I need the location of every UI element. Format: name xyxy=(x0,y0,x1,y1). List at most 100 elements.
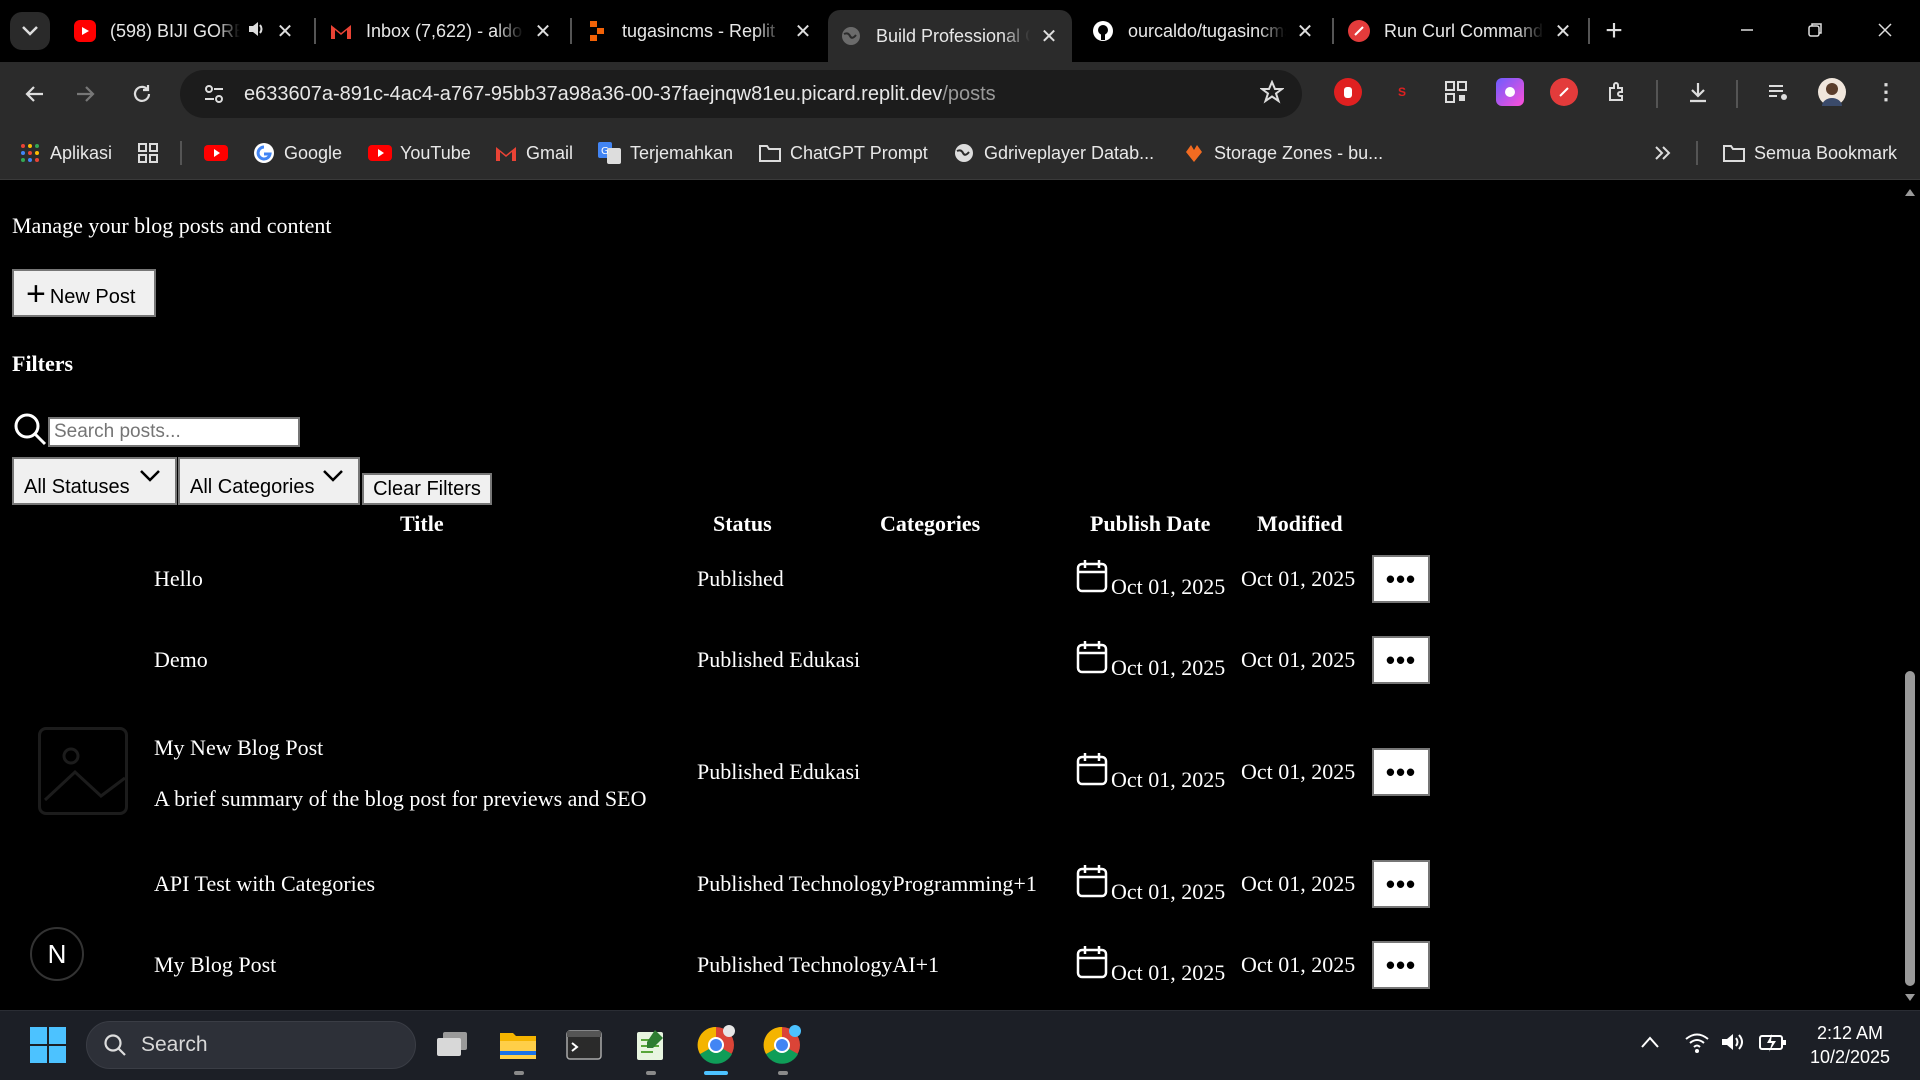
windows-start-icon[interactable] xyxy=(28,1025,68,1065)
curl-extension-icon[interactable] xyxy=(1550,78,1578,106)
folder-icon xyxy=(1722,141,1746,165)
bookmark-item[interactable]: Storage Zones - bu... xyxy=(1182,138,1383,168)
more-bookmarks-button[interactable] xyxy=(1650,138,1682,168)
wifi-icon[interactable] xyxy=(1684,1031,1710,1053)
close-tab-icon[interactable]: ✕ xyxy=(792,19,814,44)
bookmark-item[interactable]: ChatGPT Prompt xyxy=(758,138,928,168)
close-tab-icon[interactable]: ✕ xyxy=(1552,19,1574,44)
tab-github[interactable]: ourcaldo/tugasincms ✕ xyxy=(1080,10,1328,52)
volume-icon[interactable] xyxy=(1720,1031,1746,1053)
restore-button[interactable] xyxy=(1800,12,1830,48)
tab-search-button[interactable] xyxy=(10,12,50,50)
close-window-button[interactable] xyxy=(1870,12,1900,48)
status-select-value: All Statuses xyxy=(24,476,130,498)
page-scrollbar[interactable] xyxy=(1900,181,1920,1010)
post-title[interactable]: Hello xyxy=(154,566,203,592)
close-tab-icon[interactable]: ✕ xyxy=(1294,19,1316,44)
new-tab-button[interactable]: + xyxy=(1600,12,1628,50)
page-subtitle: Manage your blog posts and content xyxy=(12,213,332,238)
close-tab-icon[interactable]: ✕ xyxy=(532,19,554,44)
media-queue-icon[interactable] xyxy=(1764,78,1792,106)
search-input[interactable] xyxy=(48,417,300,447)
task-view-icon[interactable] xyxy=(432,1025,472,1065)
post-title[interactable]: My Blog Post xyxy=(154,952,276,978)
svg-text:G: G xyxy=(601,146,609,157)
category-filter-select[interactable]: All Categories xyxy=(178,457,360,505)
bookmark-item[interactable]: YouTube xyxy=(368,138,471,168)
post-actions-button[interactable]: ••• xyxy=(1372,748,1430,796)
scroll-down-icon[interactable] xyxy=(1904,993,1916,1003)
bookmark-item[interactable] xyxy=(136,138,168,168)
profile-avatar[interactable] xyxy=(1818,78,1846,106)
all-bookmarks-button[interactable]: Semua Bookmark xyxy=(1722,138,1897,168)
battery-charging-icon[interactable] xyxy=(1758,1031,1788,1053)
tab-replit[interactable]: tugasincms - Replit ✕ xyxy=(574,10,826,52)
scroll-up-icon[interactable] xyxy=(1904,187,1916,197)
bookmark-item[interactable]: G Terjemahkan xyxy=(598,138,733,168)
search-icon xyxy=(14,413,47,446)
puzzle-extensions-icon[interactable] xyxy=(1604,78,1632,106)
new-post-button[interactable]: + New Post xyxy=(12,269,156,317)
clear-filters-button[interactable]: Clear Filters xyxy=(362,473,492,505)
taskbar-running-indicator xyxy=(778,1071,788,1075)
menu-kebab-icon[interactable]: ⋮ xyxy=(1872,78,1900,106)
stop-hand-extension-icon[interactable] xyxy=(1334,78,1362,106)
gmail-icon xyxy=(494,141,518,165)
post-title[interactable]: My New Blog Post xyxy=(154,735,323,761)
tab-separator xyxy=(314,18,316,44)
apps-grid-icon xyxy=(18,141,42,165)
bookmark-item[interactable]: Gmail xyxy=(494,138,573,168)
calendar-icon xyxy=(1076,865,1108,898)
seo-extension-icon[interactable]: S xyxy=(1388,78,1416,106)
post-status-categories: Published Edukasi xyxy=(697,647,861,672)
post-actions-button[interactable]: ••• xyxy=(1372,941,1430,989)
taskbar-clock[interactable]: 2:12 AM 10/2/2025 xyxy=(1800,1021,1900,1069)
post-actions-button[interactable]: ••• xyxy=(1372,636,1430,684)
notepad-icon[interactable] xyxy=(630,1025,670,1065)
tab-gmail[interactable]: Inbox (7,622) - aldo ✕ xyxy=(318,10,566,52)
terminal-icon[interactable] xyxy=(564,1025,604,1065)
bookmark-item[interactable]: Google xyxy=(252,138,342,168)
tab-title: Inbox (7,622) - aldo xyxy=(366,20,523,41)
folder-icon xyxy=(758,141,782,165)
minimize-button[interactable] xyxy=(1732,12,1762,48)
taskbar-search-box[interactable]: Search xyxy=(86,1021,416,1069)
chevron-up-icon[interactable] xyxy=(1640,1035,1660,1049)
chevron-down-icon xyxy=(22,26,38,36)
bookmark-item[interactable]: Gdriveplayer Datab... xyxy=(952,138,1154,168)
bookmark-item[interactable] xyxy=(204,138,236,168)
scrollbar-thumb[interactable] xyxy=(1905,671,1915,986)
post-actions-button[interactable]: ••• xyxy=(1372,555,1430,603)
post-thumbnail-placeholder xyxy=(38,727,128,815)
site-info-icon[interactable] xyxy=(194,84,234,104)
post-actions-button[interactable]: ••• xyxy=(1372,860,1430,908)
close-tab-icon[interactable]: ✕ xyxy=(274,19,296,44)
chrome-icon[interactable] xyxy=(696,1025,736,1065)
address-bar[interactable]: e633607a-891c-4ac4-a767-95bb37a98a36-00-… xyxy=(180,70,1302,118)
tab-separator xyxy=(570,18,572,44)
chat-extension-icon[interactable] xyxy=(1496,78,1524,106)
post-title[interactable]: Demo xyxy=(154,647,208,673)
tab-title: (598) BIJI GORENG xyxy=(110,20,240,41)
bookmark-star-icon[interactable] xyxy=(1259,79,1285,109)
tab-youtube[interactable]: (598) BIJI GORENG ✕ xyxy=(62,10,308,52)
chrome-profile-icon[interactable] xyxy=(762,1025,802,1065)
nextjs-dev-badge[interactable]: N xyxy=(30,927,84,981)
page-viewport: Manage your blog posts and content + New… xyxy=(0,181,1900,1010)
close-tab-icon[interactable]: ✕ xyxy=(1038,24,1060,49)
reload-button[interactable] xyxy=(122,74,162,114)
forward-button[interactable] xyxy=(66,74,106,114)
download-icon[interactable] xyxy=(1684,78,1712,106)
file-explorer-icon[interactable] xyxy=(498,1025,538,1065)
column-header-publish-date: Publish Date xyxy=(1090,511,1211,536)
status-filter-select[interactable]: All Statuses xyxy=(12,457,177,505)
back-button[interactable] xyxy=(14,74,54,114)
bookmark-item[interactable]: Aplikasi xyxy=(18,138,112,168)
qr-code-extension-icon[interactable] xyxy=(1442,78,1470,106)
post-status-categories: Published TechnologyAI+1 xyxy=(697,952,940,977)
globe-icon xyxy=(840,25,862,47)
tab-build-professional-cms[interactable]: Build Professional CMS ✕ xyxy=(828,10,1072,62)
post-title[interactable]: API Test with Categories xyxy=(154,871,375,897)
speaker-icon[interactable] xyxy=(246,19,266,44)
tab-curl[interactable]: Run Curl Commands ✕ xyxy=(1336,10,1586,52)
